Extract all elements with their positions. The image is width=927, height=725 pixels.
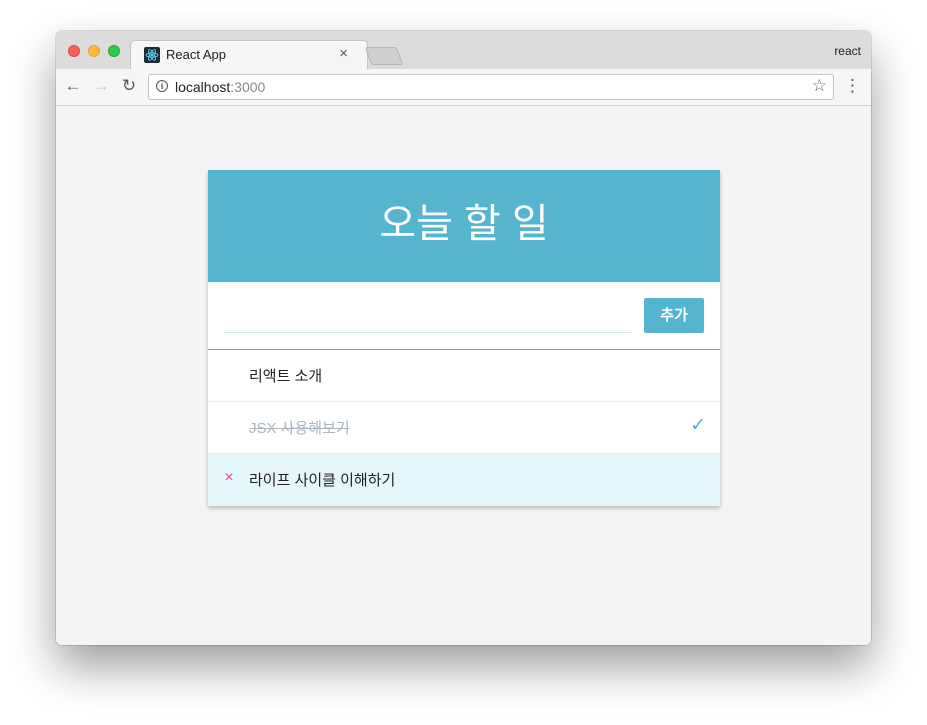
todo-template: 오늘 할 일 추가 리액트 소개 JSX 사용해보기 ✓ × 라이프 사이클 이… [208, 170, 720, 506]
page-viewport: 오늘 할 일 추가 리액트 소개 JSX 사용해보기 ✓ × 라이프 사이클 이… [56, 106, 871, 645]
todo-text: 라이프 사이클 이해하기 [249, 472, 396, 489]
todo-item[interactable]: 리액트 소개 [208, 350, 720, 402]
browser-toolbar: ← → ↻ i localhost:3000 ☆ ⋮ [56, 69, 871, 106]
todo-form: 추가 [208, 282, 720, 350]
url-text[interactable]: localhost:3000 [175, 79, 265, 95]
address-bar[interactable]: i localhost:3000 ☆ [148, 74, 834, 100]
minimize-window-button[interactable] [88, 45, 100, 57]
title-bar: React App × react [56, 31, 871, 71]
close-window-button[interactable] [68, 45, 80, 57]
todo-item[interactable]: JSX 사용해보기 ✓ [208, 402, 720, 454]
profile-name[interactable]: react [834, 44, 861, 58]
todo-item[interactable]: × 라이프 사이클 이해하기 [208, 454, 720, 506]
url-port: :3000 [230, 79, 266, 95]
todo-text: JSX 사용해보기 [249, 420, 350, 437]
tab-title: React App [166, 47, 226, 62]
forward-arrow-icon[interactable]: → [90, 75, 112, 97]
maximize-window-button[interactable] [108, 45, 120, 57]
todo-list: 리액트 소개 JSX 사용해보기 ✓ × 라이프 사이클 이해하기 [208, 350, 720, 506]
add-button[interactable]: 추가 [644, 298, 704, 333]
browser-window: React App × react ← → ↻ i localhost:3000… [56, 31, 871, 645]
url-host: localhost [175, 79, 231, 95]
todo-input[interactable] [224, 298, 632, 333]
todo-text: 리액트 소개 [249, 368, 323, 385]
info-icon[interactable]: i [156, 80, 168, 92]
back-arrow-icon[interactable]: ← [62, 75, 84, 97]
more-menu-icon[interactable]: ⋮ [844, 75, 861, 97]
tab-close-icon[interactable]: × [339, 45, 348, 62]
check-mark-icon: ✓ [690, 415, 706, 436]
browser-tab-content[interactable]: React App × [134, 40, 362, 70]
remove-icon[interactable]: × [222, 469, 236, 487]
react-logo-icon [144, 47, 160, 63]
page-title: 오늘 할 일 [208, 170, 720, 282]
bookmark-star-icon[interactable]: ☆ [812, 76, 827, 96]
new-tab-button[interactable] [364, 47, 404, 65]
reload-icon[interactable]: ↻ [118, 75, 140, 97]
